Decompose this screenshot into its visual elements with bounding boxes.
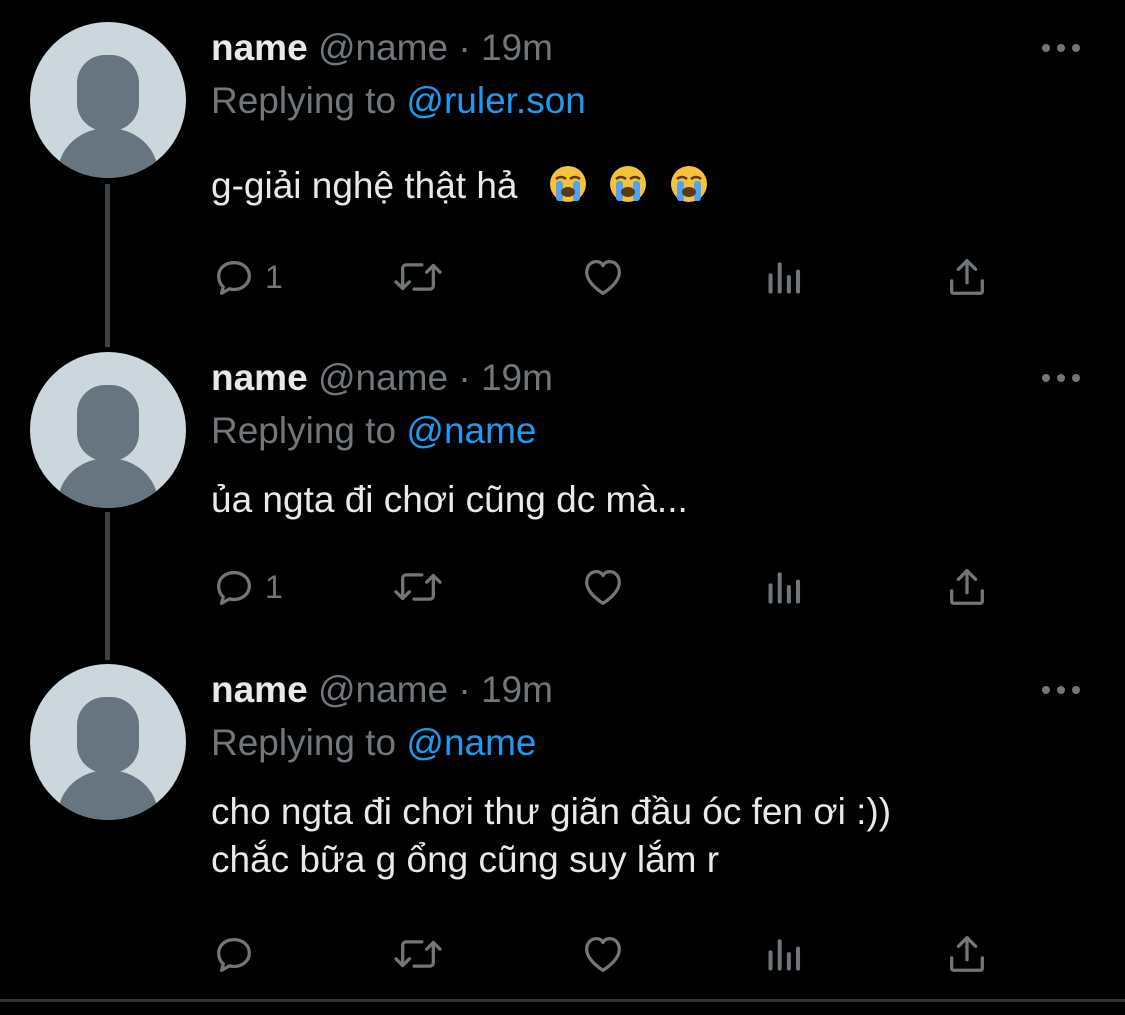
retweet-icon <box>394 940 442 968</box>
separator: · <box>458 669 471 710</box>
display-name[interactable]: name <box>211 357 308 398</box>
tweet-actions: 1 <box>211 562 1011 612</box>
more-icon[interactable] <box>1042 374 1082 384</box>
more-icon[interactable] <box>1042 44 1082 54</box>
reply-count: 1 <box>265 258 283 295</box>
retweet-icon <box>394 573 442 601</box>
replying-prefix: Replying to <box>211 410 407 451</box>
heart-icon <box>585 570 621 605</box>
tweet-actions <box>211 929 1011 979</box>
like-button[interactable] <box>579 929 627 979</box>
mention-link[interactable]: @name <box>406 722 536 763</box>
tweet-actions: 1 <box>211 252 1011 302</box>
share-icon <box>950 936 984 972</box>
tweet[interactable]: name @name · 19m Replying to @name cho n… <box>0 642 1125 999</box>
tweet[interactable]: name @name · 19m Replying to @ruler.son … <box>0 0 1125 330</box>
mention-link[interactable]: @ruler.son <box>406 80 585 121</box>
reply-button[interactable]: 1 <box>211 562 283 612</box>
share-button[interactable] <box>944 562 990 612</box>
reply-button[interactable] <box>211 929 265 979</box>
timestamp[interactable]: 19m <box>481 669 553 710</box>
mention-link[interactable]: @name <box>406 410 536 451</box>
replying-prefix: Replying to <box>211 80 407 121</box>
tweet-header: name @name · 19m <box>211 356 553 400</box>
tweet[interactable]: name @name · 19m Replying to @name ủa ng… <box>0 330 1125 660</box>
share-icon <box>950 569 984 605</box>
avatar[interactable] <box>30 664 186 820</box>
loudly-crying-face-icon <box>610 166 647 202</box>
avatar-shoulders <box>58 128 158 178</box>
analytics-icon <box>768 939 801 971</box>
tweet-text: ủa ngta đi chơi cũng dc mà... <box>211 479 688 520</box>
share-button[interactable] <box>944 252 990 302</box>
username[interactable]: @name <box>318 669 448 710</box>
retweet-icon <box>394 263 442 291</box>
analytics-button[interactable] <box>763 562 807 612</box>
tweet-header: name @name · 19m <box>211 668 553 712</box>
retweet-button[interactable] <box>389 929 447 979</box>
tweet-text: cho ngta đi chơi thư giãn đầu óc fen ơi … <box>211 788 1091 884</box>
replying-prefix: Replying to <box>211 722 407 763</box>
analytics-icon <box>768 572 801 604</box>
retweet-button[interactable] <box>389 252 447 302</box>
loudly-crying-face-icon <box>550 166 587 202</box>
replying-to: Replying to @ruler.son <box>211 79 586 123</box>
separator: · <box>458 27 471 68</box>
tweet-header: name @name · 19m <box>211 26 553 70</box>
reply-icon <box>217 260 251 295</box>
retweet-button[interactable] <box>389 562 447 612</box>
timestamp[interactable]: 19m <box>481 357 553 398</box>
replying-to: Replying to @name <box>211 721 537 765</box>
avatar[interactable] <box>30 22 186 178</box>
analytics-button[interactable] <box>763 929 807 979</box>
heart-icon <box>585 937 621 972</box>
like-button[interactable] <box>579 562 627 612</box>
tweet-text: g-giải nghệ thật hả <box>211 162 1091 210</box>
avatar-shoulders <box>58 458 158 508</box>
timestamp[interactable]: 19m <box>481 27 553 68</box>
analytics-button[interactable] <box>763 252 807 302</box>
reply-icon <box>217 937 251 972</box>
avatar[interactable] <box>30 352 186 508</box>
heart-icon <box>585 260 621 295</box>
replying-to: Replying to @name <box>211 409 537 453</box>
username[interactable]: @name <box>318 27 448 68</box>
tweet-text-line: cho ngta đi chơi thư giãn đầu óc fen ơi … <box>211 791 892 832</box>
separator: · <box>458 357 471 398</box>
more-icon[interactable] <box>1042 686 1082 696</box>
divider <box>0 999 1125 1002</box>
reply-button[interactable]: 1 <box>211 252 283 302</box>
display-name[interactable]: name <box>211 669 308 710</box>
reply-count: 1 <box>265 568 283 605</box>
tweet-text-line: chắc bữa g ổng cũng suy lắm r <box>211 839 720 880</box>
avatar-head <box>77 385 139 461</box>
share-button[interactable] <box>944 929 990 979</box>
avatar-shoulders <box>58 770 158 820</box>
loudly-crying-face-icon <box>670 166 707 202</box>
reply-icon <box>217 570 251 605</box>
avatar-head <box>77 55 139 131</box>
share-icon <box>950 259 984 295</box>
username[interactable]: @name <box>318 357 448 398</box>
avatar-head <box>77 697 139 773</box>
display-name[interactable]: name <box>211 27 308 68</box>
like-button[interactable] <box>579 252 627 302</box>
analytics-icon <box>768 262 801 294</box>
tweet-text-content: g-giải nghệ thật hả <box>211 165 518 206</box>
